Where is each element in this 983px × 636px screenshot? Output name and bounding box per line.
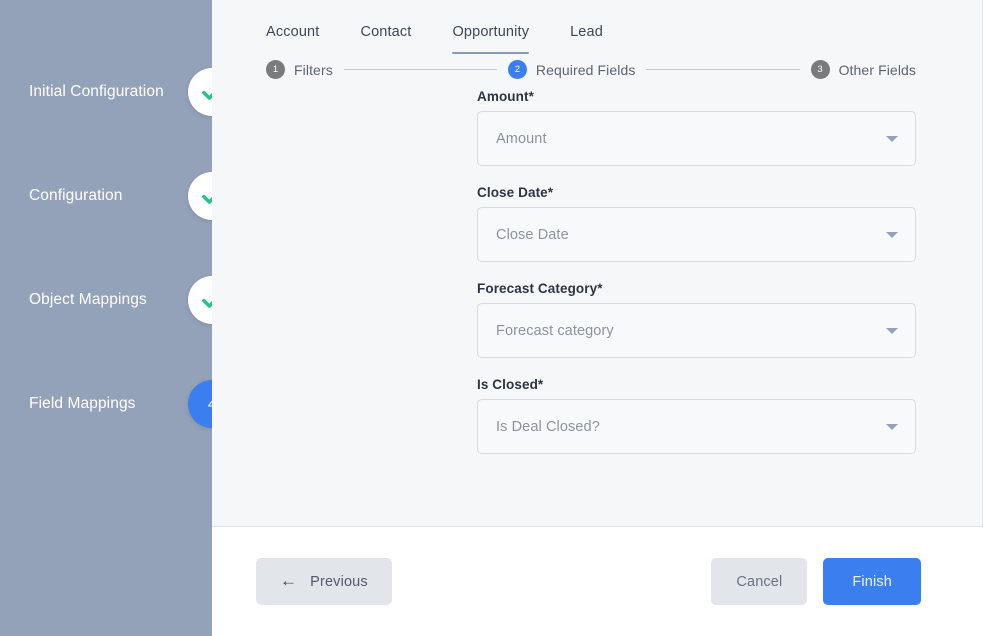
object-tabs: Account Contact Opportunity Lead — [212, 0, 982, 54]
stepper-step-required-fields[interactable]: 2 Required Fields — [507, 60, 636, 79]
sidebar-item-label: Initial Configuration — [29, 83, 164, 100]
tab-account[interactable]: Account — [266, 20, 319, 54]
tab-lead[interactable]: Lead — [570, 20, 603, 54]
sidebar-item-label: Object Mappings — [29, 291, 147, 308]
stepper-label-2: Required Fields — [535, 61, 636, 78]
previous-button[interactable]: ← Previous — [256, 558, 392, 605]
field-is-closed: Is Closed* Is Deal Closed? — [477, 377, 916, 454]
amount-select-value: Amount — [496, 130, 547, 147]
field-label-close-date: Close Date* — [477, 185, 554, 200]
forecast-category-select-value: Forecast category — [496, 322, 614, 339]
finish-button[interactable]: Finish — [823, 558, 921, 605]
stepper-badge-2: 2 — [507, 60, 527, 79]
required-fields-form: Amount* Amount Close Date* Close Date Fo… — [212, 79, 982, 454]
field-mapping-stepper: 1 Filters 2 Required Fields 3 Other Fiel… — [212, 54, 982, 79]
field-label-is-closed: Is Closed* — [477, 377, 544, 392]
content-pane: Account Contact Opportunity Lead 1 Filte… — [212, 0, 983, 526]
chevron-down-icon — [886, 423, 898, 430]
previous-button-label: Previous — [310, 573, 368, 590]
field-close-date: Close Date* Close Date — [477, 185, 916, 262]
amount-select[interactable]: Amount — [477, 111, 916, 166]
stepper-connector-2 — [646, 69, 800, 70]
arrow-left-icon: ← — [280, 571, 298, 590]
field-label-amount: Amount* — [477, 89, 534, 104]
field-amount: Amount* Amount — [477, 89, 916, 166]
wizard-window: Initial Configuration Configuration Obje… — [0, 0, 983, 636]
cancel-button[interactable]: Cancel — [711, 558, 808, 605]
sidebar-item-configuration[interactable]: Configuration — [0, 144, 236, 248]
wizard-sidebar: Initial Configuration Configuration Obje… — [0, 0, 236, 636]
sidebar-item-initial-configuration[interactable]: Initial Configuration — [0, 40, 236, 144]
forecast-category-select[interactable]: Forecast category — [477, 303, 916, 358]
stepper-label-3: Other Fields — [838, 61, 917, 78]
close-date-select[interactable]: Close Date — [477, 207, 916, 262]
stepper-connector-1 — [343, 69, 497, 70]
close-date-select-value: Close Date — [496, 226, 569, 243]
sidebar-item-label: Field Mappings — [29, 395, 136, 412]
is-closed-select-value: Is Deal Closed? — [496, 418, 600, 435]
field-label-forecast-category: Forecast Category* — [477, 281, 603, 296]
field-forecast-category: Forecast Category* Forecast category — [477, 281, 916, 358]
footer-actions: Cancel Finish — [711, 558, 921, 605]
stepper-badge-1: 1 — [266, 60, 285, 79]
stepper-step-other-fields[interactable]: 3 Other Fields — [810, 60, 917, 79]
chevron-down-icon — [886, 327, 898, 334]
chevron-down-icon — [886, 135, 898, 142]
sidebar-item-object-mappings[interactable]: Object Mappings — [0, 248, 236, 352]
stepper-badge-3: 3 — [810, 60, 830, 79]
stepper-label-1: Filters — [294, 61, 333, 78]
sidebar-item-field-mappings[interactable]: Field Mappings 4 — [0, 352, 236, 456]
sidebar-item-label: Configuration — [29, 187, 123, 204]
tab-contact[interactable]: Contact — [360, 20, 411, 54]
tab-opportunity[interactable]: Opportunity — [452, 20, 529, 54]
wizard-main: Account Contact Opportunity Lead 1 Filte… — [212, 0, 983, 636]
chevron-down-icon — [886, 231, 898, 238]
stepper-step-filters[interactable]: 1 Filters — [266, 60, 333, 79]
is-closed-select[interactable]: Is Deal Closed? — [477, 399, 916, 454]
wizard-footer: ← Previous Cancel Finish — [212, 526, 983, 636]
